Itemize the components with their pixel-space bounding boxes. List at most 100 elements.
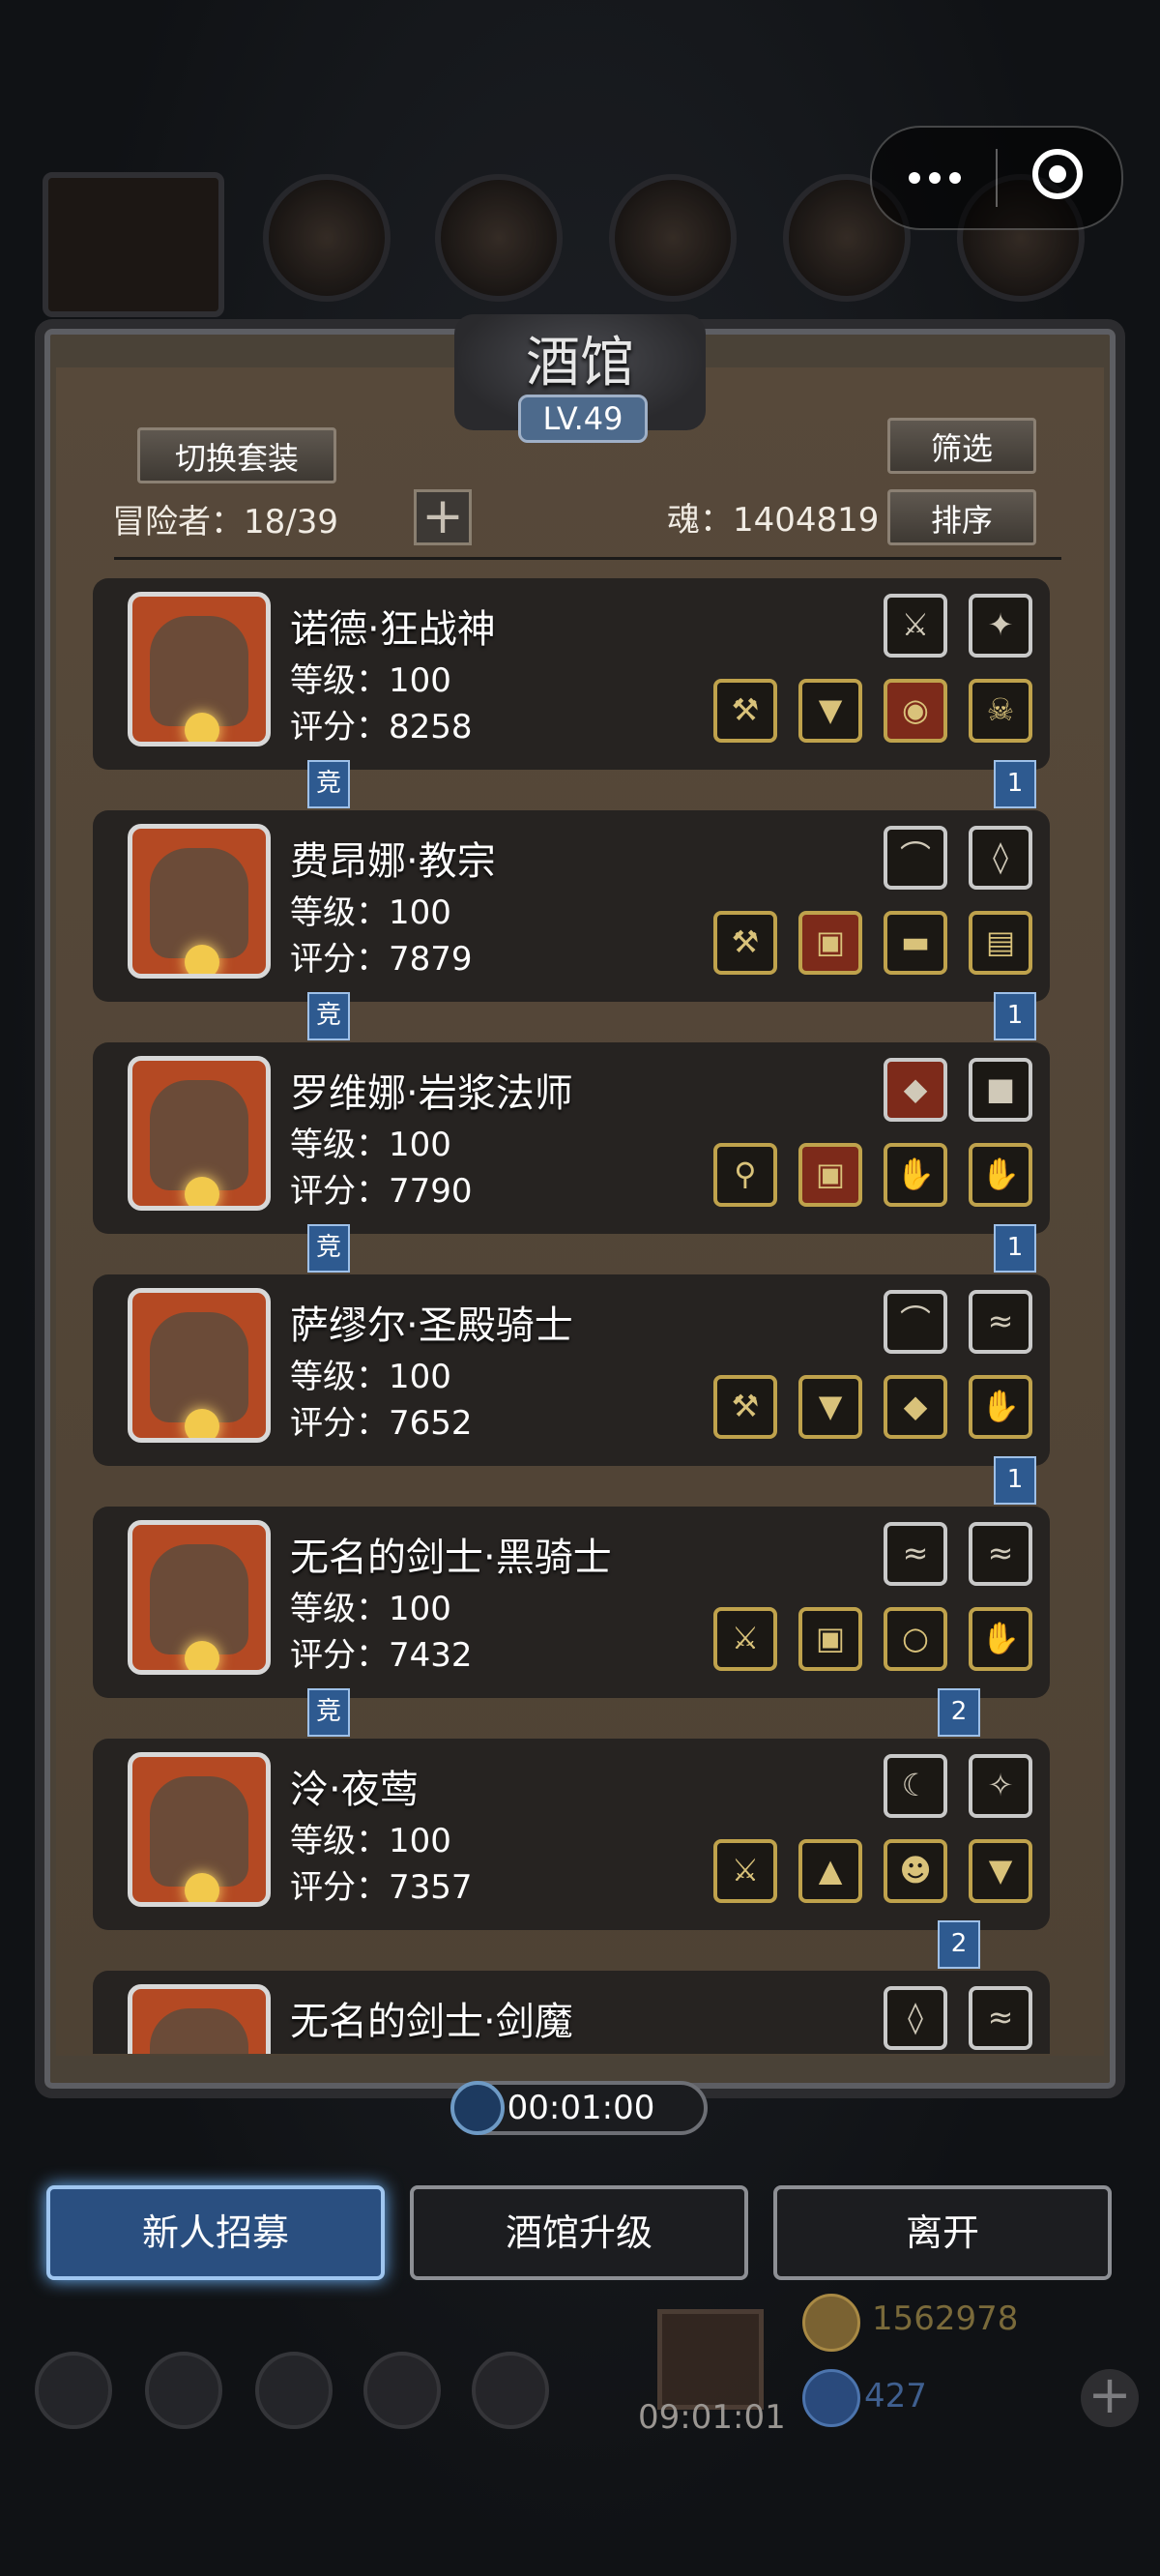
axe-icon[interactable]: ⚒ xyxy=(713,679,777,743)
hero-face-icon xyxy=(150,2008,248,2054)
hero-face-icon xyxy=(150,616,248,726)
forge-menu-icon xyxy=(609,174,737,302)
gauntlet-icon[interactable]: ✋ xyxy=(969,1143,1032,1207)
gem-icon[interactable]: ◆ xyxy=(884,1058,947,1122)
gold-scroll-icon xyxy=(802,2294,860,2352)
character-menu-icon xyxy=(43,172,224,317)
horn-icon[interactable]: ☾ xyxy=(884,1754,947,1818)
add-adventurer-slot-button[interactable]: + xyxy=(414,489,472,545)
glove-icon[interactable]: ✋ xyxy=(969,1375,1032,1439)
necklace-icon[interactable]: ◊ xyxy=(969,826,1032,890)
switch-outfit-button[interactable]: 切换套装 xyxy=(137,427,336,483)
hero-name: 无名的剑士·黑骑士 xyxy=(290,1536,612,1580)
sword-icon[interactable]: ⚔ xyxy=(884,594,947,658)
filter-button[interactable]: 筛选 xyxy=(887,418,1036,474)
gift-box-icon xyxy=(657,2309,764,2410)
arena-tag: 竞 xyxy=(307,760,350,808)
gauntlet-icon[interactable]: ✋ xyxy=(969,1607,1032,1671)
hero-face-icon xyxy=(150,1544,248,1654)
more-options-icon[interactable] xyxy=(909,166,961,190)
moon-rank-icon xyxy=(185,1409,219,1438)
skull-icon[interactable]: ☠ xyxy=(969,679,1032,743)
necklace-icon[interactable]: ◊ xyxy=(884,1986,947,2050)
adventurer-count: 冒险者：18/39 xyxy=(112,503,338,542)
settings-dock-icon xyxy=(35,2352,112,2429)
close-mini-program-icon[interactable] xyxy=(1032,149,1083,199)
leave-button[interactable]: 离开 xyxy=(773,2185,1112,2280)
hero-portrait[interactable] xyxy=(128,1056,271,1211)
hammer-icon[interactable]: ⚒ xyxy=(713,1375,777,1439)
armor-icon[interactable]: ▣ xyxy=(798,911,862,975)
hero-card[interactable]: 无名的剑士·黑骑士 等级：100 评分：7432 ≈ ≈ ⚔ ▣ ○ ✋ xyxy=(93,1507,1050,1698)
hero-list[interactable]: 诺德·狂战神 等级：100 评分：8258 ⚔ ✦ ⚒ ▼ ◉ ☠ 竞 1 费昂娜·教宗 等级：100 评… xyxy=(93,578,1050,2054)
moon-rank-icon xyxy=(185,1177,219,1206)
chest-icon[interactable]: ▣ xyxy=(798,1607,862,1671)
bracer-icon[interactable]: ≈ xyxy=(884,1522,947,1586)
mail-dock-icon xyxy=(363,2352,441,2429)
hero-level: 等级：100 xyxy=(290,893,451,932)
team-number-tag: 1 xyxy=(994,1456,1036,1505)
crafting-menu-icon xyxy=(435,174,563,302)
capsule-divider xyxy=(996,149,998,207)
armor-icon[interactable]: ▣ xyxy=(798,1143,862,1207)
lantern-icon[interactable]: ✦ xyxy=(969,594,1032,658)
team-number-tag: 2 xyxy=(938,1688,980,1737)
sword-icon[interactable]: ⚔ xyxy=(713,1839,777,1903)
gold-amount: 1562978 xyxy=(872,2299,1019,2338)
recruit-button[interactable]: 新人招募 xyxy=(46,2185,385,2280)
bow-icon[interactable]: ⌒ xyxy=(884,826,947,890)
sort-button[interactable]: 排序 xyxy=(887,489,1036,545)
hero-card[interactable]: 无名的剑士·剑魔 ◊ ≈ xyxy=(93,1971,1050,2054)
backpack-menu-icon xyxy=(263,174,391,302)
bracer-icon[interactable]: ≈ xyxy=(969,1986,1032,2050)
hero-portrait[interactable] xyxy=(128,1984,271,2054)
hero-portrait[interactable] xyxy=(128,592,271,746)
bracer-icon[interactable]: ≈ xyxy=(969,1522,1032,1586)
arena-tag: 竞 xyxy=(307,1688,350,1737)
belt-icon[interactable]: ▬ xyxy=(884,911,947,975)
hero-face-icon xyxy=(150,1776,248,1887)
add-gems-icon: + xyxy=(1081,2369,1139,2427)
hero-name: 泠·夜莺 xyxy=(290,1768,419,1812)
hero-card[interactable]: 费昂娜·教宗 等级：100 评分：7879 ⌒ ◊ ⚒ ▣ ▬ ▤ xyxy=(93,810,1050,1002)
cloak-icon[interactable]: ▲ xyxy=(798,1839,862,1903)
emerald-icon[interactable]: ◆ xyxy=(884,1375,947,1439)
hero-card[interactable]: 泠·夜莺 等级：100 评分：7357 ☾ ✧ ⚔ ▲ ☻ ▼ xyxy=(93,1739,1050,1930)
hero-portrait[interactable] xyxy=(128,824,271,979)
window-title: 酒馆 xyxy=(526,332,634,395)
hero-face-icon xyxy=(150,848,248,958)
hero-face-icon xyxy=(150,1080,248,1190)
hammer-icon[interactable]: ⚒ xyxy=(713,911,777,975)
hero-level: 等级：100 xyxy=(290,1822,451,1860)
gem-icon xyxy=(802,2369,860,2427)
tome-icon[interactable]: ■ xyxy=(969,1058,1032,1122)
hero-level: 等级：100 xyxy=(290,661,451,700)
bow-icon[interactable]: ⌒ xyxy=(884,1290,947,1354)
scroll-icon[interactable]: ▤ xyxy=(969,911,1032,975)
robe-icon[interactable]: ▼ xyxy=(798,1375,862,1439)
gauntlet-icon[interactable]: ✋ xyxy=(884,1143,947,1207)
moon-rank-icon xyxy=(185,945,219,974)
hero-portrait[interactable] xyxy=(128,1288,271,1443)
shield-icon[interactable]: ◉ xyxy=(884,679,947,743)
hero-portrait[interactable] xyxy=(128,1520,271,1675)
hero-card[interactable]: 诺德·狂战神 等级：100 评分：8258 ⚔ ✦ ⚒ ▼ ◉ ☠ xyxy=(93,578,1050,770)
ring-icon[interactable]: ○ xyxy=(884,1607,947,1671)
mask-icon[interactable]: ☻ xyxy=(884,1839,947,1903)
sword-icon[interactable]: ⚔ xyxy=(713,1607,777,1671)
team-number-tag: 1 xyxy=(994,992,1036,1040)
cape-icon[interactable]: ▼ xyxy=(798,679,862,743)
team-number-tag: 1 xyxy=(994,1224,1036,1273)
hero-card[interactable]: 罗维娜·岩浆法师 等级：100 评分：7790 ◆ ■ ⚲ ▣ ✋ ✋ xyxy=(93,1042,1050,1234)
hero-level: 等级：100 xyxy=(290,1590,451,1628)
hero-score: 评分：7790 xyxy=(290,1172,473,1211)
emblem-icon[interactable]: ✧ xyxy=(969,1754,1032,1818)
hero-level: 等级：100 xyxy=(290,1358,451,1396)
bracer-icon[interactable]: ≈ xyxy=(969,1290,1032,1354)
upgrade-tavern-button[interactable]: 酒馆升级 xyxy=(410,2185,748,2280)
cape-icon[interactable]: ▼ xyxy=(969,1839,1032,1903)
hero-card[interactable]: 萨缪尔·圣殿骑士 等级：100 评分：7652 ⌒ ≈ ⚒ ▼ ◆ ✋ xyxy=(93,1274,1050,1466)
hero-portrait[interactable] xyxy=(128,1752,271,1907)
staff-icon[interactable]: ⚲ xyxy=(713,1143,777,1207)
hero-name: 萨缪尔·圣殿骑士 xyxy=(290,1303,573,1348)
